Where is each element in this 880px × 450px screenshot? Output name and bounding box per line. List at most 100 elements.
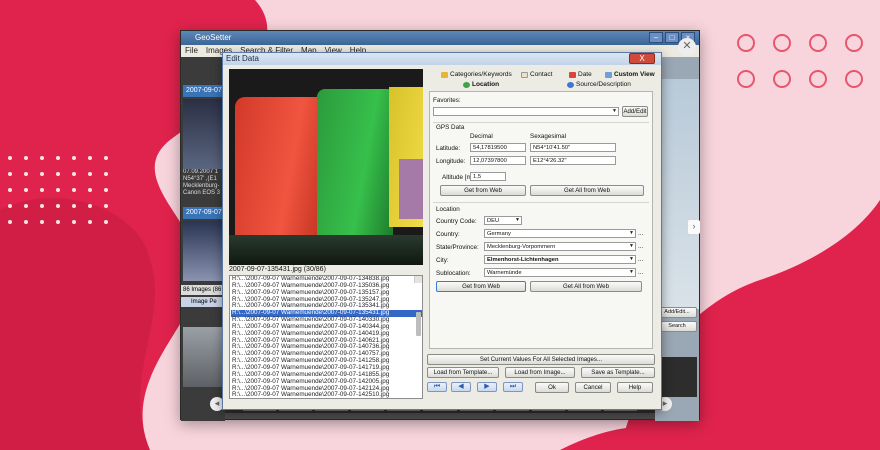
- state-label: State/Province:: [436, 244, 479, 251]
- decor-dot: [88, 172, 92, 176]
- chevron-down-icon[interactable]: ▼: [515, 217, 651, 223]
- gps-get-from-web-button[interactable]: Get from Web: [440, 185, 526, 196]
- sublocation-more-button[interactable]: ...: [638, 269, 643, 276]
- latitude-label: Latitude:: [436, 145, 461, 152]
- close-preview-icon[interactable]: ✕: [678, 38, 696, 56]
- tab-source-description[interactable]: Source/Description: [567, 81, 631, 88]
- map-search-button[interactable]: Search: [657, 321, 697, 332]
- globe-icon: [463, 81, 470, 88]
- load-from-image-button[interactable]: Load from Image...: [505, 367, 575, 378]
- decor-dot: [88, 156, 92, 160]
- add-edit-favorites-button[interactable]: Add/Edit: [622, 106, 648, 117]
- latitude-sexagesimal-input[interactable]: N54°10'41.50": [530, 143, 616, 152]
- previous-image-button[interactable]: ◀: [451, 382, 471, 392]
- cancel-button[interactable]: Cancel: [575, 382, 611, 393]
- decor-ring: [773, 70, 791, 88]
- set-current-values-button[interactable]: Set Current Values For All Selected Imag…: [427, 354, 655, 365]
- location-get-all-from-web-button[interactable]: Get All from Web: [530, 281, 642, 292]
- sexagesimal-heading: Sexagesimal: [530, 133, 567, 140]
- load-from-template-button[interactable]: Load from Template...: [427, 367, 499, 378]
- decor-dot: [104, 220, 108, 224]
- dialog-close-button[interactable]: X: [629, 53, 655, 64]
- view-icon: [605, 71, 612, 78]
- app-title-bar: GeoSetter – □ ×: [181, 31, 699, 45]
- tab-label: Contact: [530, 71, 553, 78]
- decor-dot: [40, 220, 44, 224]
- thumb-date: 07.09.2007 1: [183, 169, 219, 175]
- favorites-label: Favorites:: [433, 97, 461, 104]
- gps-data-heading: GPS Data: [436, 124, 465, 131]
- decor-dot: [56, 220, 60, 224]
- decor-ring: [845, 70, 863, 88]
- city-select[interactable]: Elmenhorst-Lichtenhagen: [484, 255, 636, 264]
- decor-dot: [8, 220, 12, 224]
- latitude-decimal-input[interactable]: 54,17819500: [470, 143, 526, 152]
- dialog-title-bar: Edit Data X: [223, 53, 661, 65]
- location-get-from-web-button[interactable]: Get from Web: [436, 281, 526, 292]
- tab-custom-view[interactable]: Custom View: [605, 71, 655, 78]
- decor-dot: [24, 204, 28, 208]
- thumb-place: Mecklenburg-: [183, 183, 220, 189]
- tab-label: Date: [578, 71, 592, 78]
- decor-dot: [104, 156, 108, 160]
- favorites-select[interactable]: [433, 107, 619, 116]
- altitude-input[interactable]: 1,5: [470, 172, 506, 181]
- tab-contact[interactable]: Contact: [521, 71, 552, 78]
- tab-location[interactable]: Location: [463, 81, 499, 88]
- maximize-button[interactable]: □: [665, 32, 679, 43]
- city-more-button[interactable]: ...: [638, 256, 643, 263]
- last-image-button[interactable]: ⏭: [503, 382, 523, 392]
- decor-dot: [72, 172, 76, 176]
- file-list-item[interactable]: R:\...\2007-09-07 Warnemuende\2007-09-07…: [231, 391, 422, 398]
- contact-icon: [521, 71, 528, 78]
- decor-dot: [104, 172, 108, 176]
- decor-dot: [72, 156, 76, 160]
- sublocation-label: Sublocation:: [436, 270, 471, 277]
- tab-date[interactable]: Date: [569, 71, 592, 78]
- current-file-label: 2007-09-07-135431.jpg (30/86): [229, 266, 326, 273]
- decimal-heading: Decimal: [470, 133, 493, 140]
- country-more-button[interactable]: ...: [638, 230, 643, 237]
- sublocation-select[interactable]: Warnemünde: [484, 268, 636, 277]
- decor-dot: [40, 204, 44, 208]
- next-image-button[interactable]: ▶: [477, 382, 497, 392]
- minimize-button[interactable]: –: [649, 32, 663, 43]
- decor-dot: [24, 188, 28, 192]
- thumbnail[interactable]: [183, 221, 223, 281]
- map-next-arrow-icon[interactable]: ›: [688, 220, 700, 234]
- decor-dot: [40, 156, 44, 160]
- state-more-button[interactable]: ...: [638, 243, 643, 250]
- longitude-decimal-input[interactable]: 12,07397800: [470, 156, 526, 165]
- map-add-edit-button[interactable]: Add/Edit...: [657, 307, 697, 318]
- thumbnail[interactable]: [183, 99, 223, 169]
- gps-get-all-from-web-button[interactable]: Get All from Web: [530, 185, 644, 196]
- images-count: 86 Images (86: [181, 285, 225, 295]
- file-list[interactable]: R:\...\2007-09-07 Warnemuende\2007-09-07…: [229, 275, 423, 399]
- state-select[interactable]: Mecklenburg-Vorpommern: [484, 242, 636, 251]
- help-button[interactable]: Help: [617, 382, 653, 393]
- decor-dot: [24, 172, 28, 176]
- tab-bar: Categories/Keywords Contact Date Custom …: [433, 71, 657, 93]
- thumb-camera: Canon EOS 3: [183, 190, 221, 196]
- menu-file[interactable]: File: [185, 45, 198, 57]
- first-image-button[interactable]: ⏮: [427, 382, 447, 392]
- decor-dot: [72, 220, 76, 224]
- tab-label: Source/Description: [576, 81, 631, 88]
- decor-dot: [104, 188, 108, 192]
- file-list-scrollbar[interactable]: [414, 276, 422, 336]
- country-code-label: Country Code:: [436, 218, 477, 225]
- save-as-template-button[interactable]: Save as Template...: [581, 367, 655, 378]
- decor-dot: [56, 204, 60, 208]
- decor-ring: [845, 34, 863, 52]
- tab-label: Categories/Keywords: [450, 71, 512, 78]
- decor-dot: [56, 188, 60, 192]
- longitude-sexagesimal-input[interactable]: E12°4'26.32": [530, 156, 616, 165]
- thumb-label[interactable]: 2007-09-07-1: [183, 85, 223, 97]
- ok-button[interactable]: Ok: [535, 382, 569, 393]
- decor-dot: [8, 156, 12, 160]
- country-select[interactable]: Germany: [484, 229, 636, 238]
- tab-categories-keywords[interactable]: Categories/Keywords: [441, 71, 512, 78]
- decor-dot: [104, 204, 108, 208]
- tab-label: Custom View: [614, 71, 655, 78]
- thumb-label[interactable]: 2007-09-07-1: [183, 207, 223, 219]
